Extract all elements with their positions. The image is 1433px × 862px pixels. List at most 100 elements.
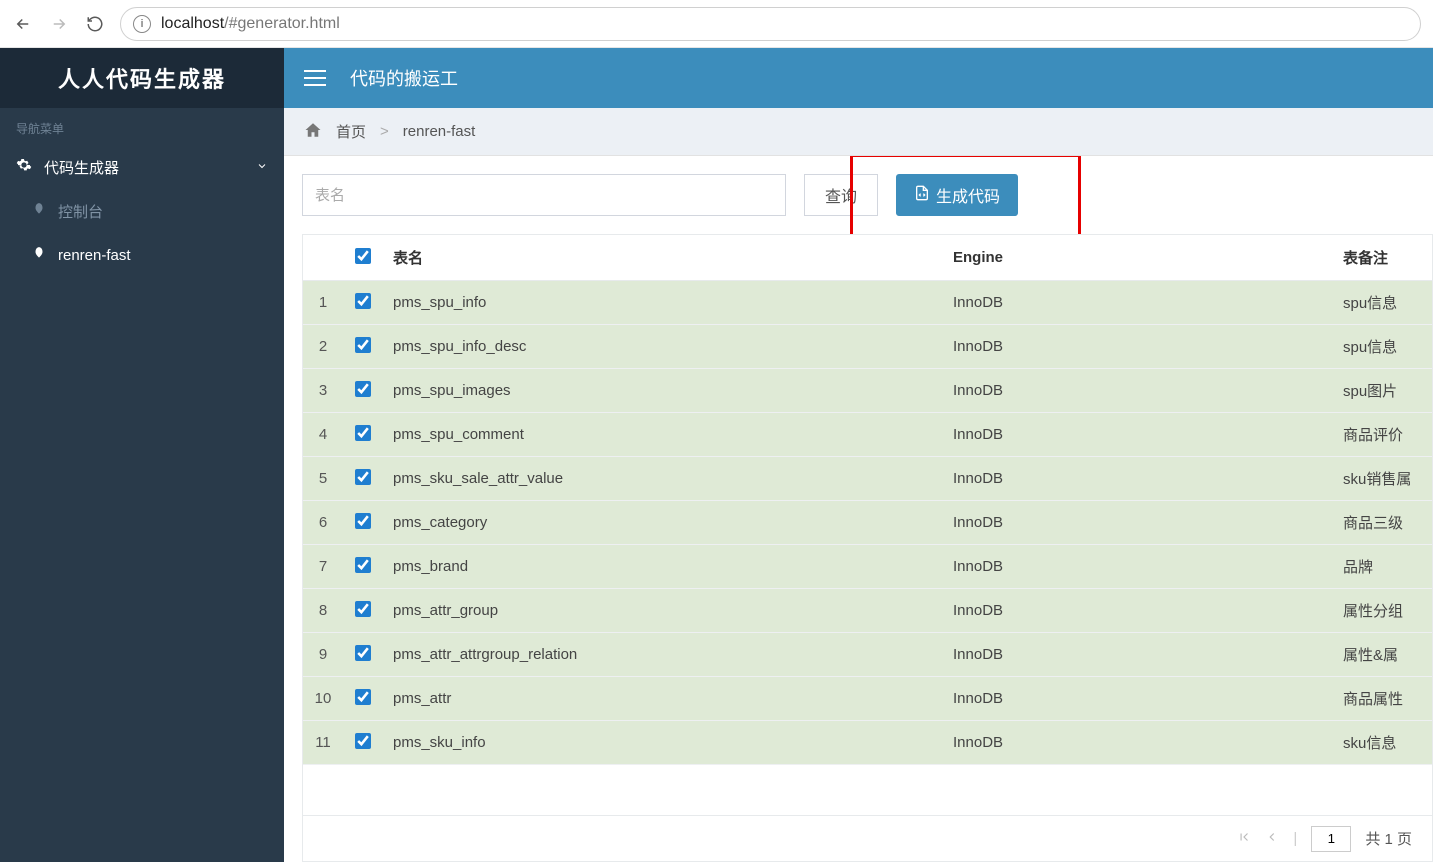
table-row[interactable]: 4 pms_spu_commentInnoDB商品评价: [303, 413, 1433, 457]
reload-icon[interactable]: [84, 13, 106, 35]
table-row[interactable]: 7 pms_brandInnoDB品牌: [303, 545, 1433, 589]
sidebar-item-renren-fast[interactable]: renren-fast: [0, 233, 284, 277]
page-total: 共 1 页: [1365, 828, 1412, 849]
row-index: 3: [303, 369, 343, 413]
sidebar-item-console[interactable]: 控制台: [0, 189, 284, 233]
cell-name: pms_spu_images: [383, 369, 943, 413]
cell-remark: 属性&属: [1333, 633, 1433, 677]
sidebar-item-label: 控制台: [58, 201, 103, 222]
sidebar-item-label: renren-fast: [58, 247, 131, 264]
row-checkbox[interactable]: [355, 733, 371, 749]
row-index: 5: [303, 457, 343, 501]
row-index: 4: [303, 413, 343, 457]
file-code-icon: [914, 185, 930, 206]
cell-engine: InnoDB: [943, 325, 1333, 369]
query-button[interactable]: 查询: [804, 174, 878, 216]
row-checkbox[interactable]: [355, 469, 371, 485]
home-icon[interactable]: [304, 121, 322, 143]
cell-remark: 商品评价: [1333, 413, 1433, 457]
browser-toolbar: i localhost/#generator.html: [0, 0, 1433, 48]
cell-remark: sku销售属: [1333, 457, 1433, 501]
cell-engine: InnoDB: [943, 677, 1333, 721]
pager: | 共 1 页: [303, 815, 1432, 861]
menu-toggle-icon[interactable]: [304, 70, 326, 86]
col-index: [303, 235, 343, 281]
table-row[interactable]: 9pms_attr_attrgroup_relationInnoDB属性&属: [303, 633, 1433, 677]
row-index: 7: [303, 545, 343, 589]
table-row[interactable]: 10 pms_attrInnoDB商品属性: [303, 677, 1433, 721]
row-checkbox[interactable]: [355, 425, 371, 441]
table-row[interactable]: 1pms_spu_infoInnoDBspu信息: [303, 281, 1433, 325]
main-area: 代码的搬运工 首页 > renren-fast 查询 生成代码: [284, 48, 1433, 862]
cell-name: pms_attr: [383, 677, 943, 721]
table-row[interactable]: 8pms_attr_groupInnoDB属性分组: [303, 589, 1433, 633]
url-path: /#generator.html: [224, 15, 340, 32]
cell-remark: spu信息: [1333, 325, 1433, 369]
cell-remark: 商品三级: [1333, 501, 1433, 545]
table-row[interactable]: 6 pms_categoryInnoDB商品三级: [303, 501, 1433, 545]
tables-grid: 表名 Engine 表备注 1pms_spu_infoInnoDBspu信息2p…: [303, 235, 1433, 765]
site-info-icon[interactable]: i: [133, 15, 151, 33]
table-row[interactable]: 2pms_spu_info_descInnoDBspu信息: [303, 325, 1433, 369]
col-remark-header[interactable]: 表备注: [1333, 235, 1433, 281]
row-index: 1: [303, 281, 343, 325]
cell-name: pms_category: [383, 501, 943, 545]
page-input[interactable]: [1311, 826, 1351, 852]
row-checkbox[interactable]: [355, 557, 371, 573]
cell-engine: InnoDB: [943, 589, 1333, 633]
row-index: 8: [303, 589, 343, 633]
forward-icon[interactable]: [48, 13, 70, 35]
cell-engine: InnoDB: [943, 633, 1333, 677]
table-row[interactable]: 5pms_sku_sale_attr_valueInnoDBsku销售属: [303, 457, 1433, 501]
cell-name: pms_brand: [383, 545, 943, 589]
table-row[interactable]: 3pms_spu_imagesInnoDBspu图片: [303, 369, 1433, 413]
url-host: localhost: [161, 15, 224, 32]
generate-button-label: 生成代码: [936, 183, 1000, 207]
table-container: 表名 Engine 表备注 1pms_spu_infoInnoDBspu信息2p…: [302, 234, 1433, 862]
first-page-icon[interactable]: [1237, 830, 1251, 848]
cell-remark: 商品属性: [1333, 677, 1433, 721]
search-input[interactable]: [302, 174, 786, 216]
cell-engine: InnoDB: [943, 545, 1333, 589]
col-checkbox: [343, 235, 383, 281]
breadcrumb: 首页 > renren-fast: [284, 108, 1433, 156]
breadcrumb-home[interactable]: 首页: [336, 121, 366, 142]
row-checkbox[interactable]: [355, 601, 371, 617]
col-name-header[interactable]: 表名: [383, 235, 943, 281]
cell-name: pms_spu_comment: [383, 413, 943, 457]
row-checkbox[interactable]: [355, 645, 371, 661]
cell-engine: InnoDB: [943, 281, 1333, 325]
toolbar: 查询 生成代码: [302, 174, 1433, 216]
cell-remark: 属性分组: [1333, 589, 1433, 633]
row-checkbox[interactable]: [355, 689, 371, 705]
rocket-icon: [32, 202, 46, 220]
sidebar-item-generator[interactable]: 代码生成器: [0, 145, 284, 189]
cell-engine: InnoDB: [943, 369, 1333, 413]
cell-name: pms_sku_sale_attr_value: [383, 457, 943, 501]
breadcrumb-separator: >: [380, 123, 389, 140]
cell-engine: InnoDB: [943, 721, 1333, 765]
row-checkbox[interactable]: [355, 293, 371, 309]
back-icon[interactable]: [12, 13, 34, 35]
row-index: 6: [303, 501, 343, 545]
cell-name: pms_spu_info_desc: [383, 325, 943, 369]
cell-engine: InnoDB: [943, 413, 1333, 457]
sidebar: 人人代码生成器 导航菜单 代码生成器 控制台 renren-fast: [0, 48, 284, 862]
row-checkbox[interactable]: [355, 513, 371, 529]
url-bar[interactable]: i localhost/#generator.html: [120, 7, 1421, 41]
sidebar-item-label: 代码生成器: [44, 157, 119, 178]
row-checkbox[interactable]: [355, 381, 371, 397]
table-row[interactable]: 11pms_sku_infoInnoDBsku信息: [303, 721, 1433, 765]
col-engine-header[interactable]: Engine: [943, 235, 1333, 281]
row-index: 10: [303, 677, 343, 721]
cell-name: pms_sku_info: [383, 721, 943, 765]
prev-page-icon[interactable]: [1265, 830, 1279, 848]
row-checkbox[interactable]: [355, 337, 371, 353]
topbar: 代码的搬运工: [284, 48, 1433, 108]
chevron-down-icon: [256, 159, 268, 176]
rocket-icon: [32, 246, 46, 264]
cell-engine: InnoDB: [943, 501, 1333, 545]
select-all-checkbox[interactable]: [355, 248, 371, 264]
generate-button[interactable]: 生成代码: [896, 174, 1018, 216]
cell-remark: 品牌: [1333, 545, 1433, 589]
